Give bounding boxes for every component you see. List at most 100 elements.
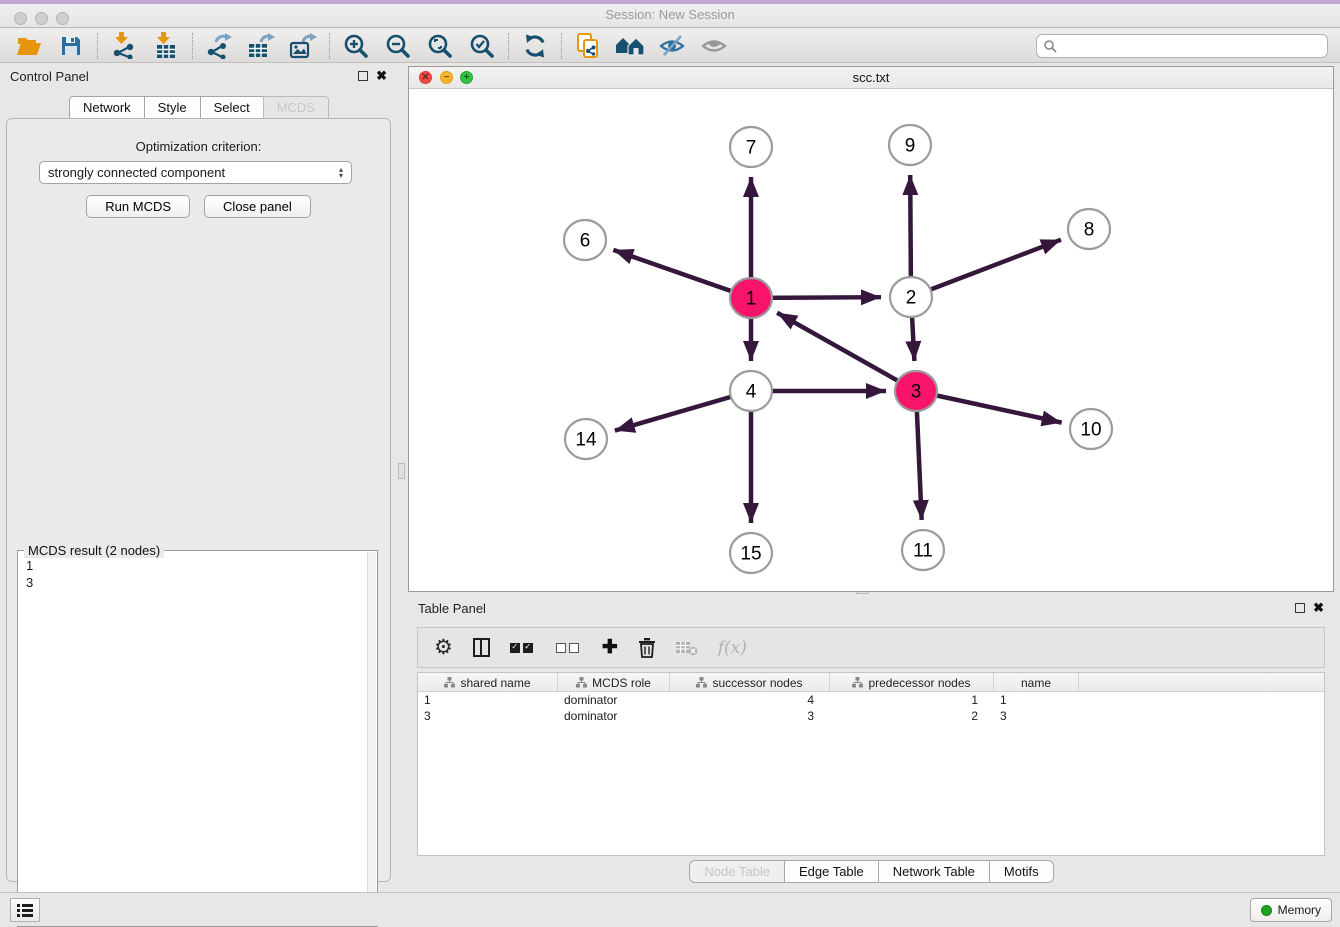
hide-selected-button[interactable] <box>651 31 693 61</box>
graph-node-1[interactable]: 1 <box>730 278 772 318</box>
hierarchy-icon <box>696 677 707 688</box>
criterion-select[interactable]: strongly connected component ▴▾ <box>39 161 352 184</box>
search-input[interactable] <box>1057 39 1321 53</box>
table-row[interactable]: 1 dominator 4 1 1 <box>418 692 1324 708</box>
table-row[interactable]: 3 dominator 3 2 3 <box>418 708 1324 724</box>
close-table-panel-icon[interactable]: ✖ <box>1313 603 1324 613</box>
network-window: ✕ − + scc.txt 7 9 6 8 1 2 4 3 14 10 15 11 <box>408 66 1334 592</box>
close-panel-button[interactable]: Close panel <box>204 195 311 218</box>
graph-node-2[interactable]: 2 <box>890 277 932 317</box>
open-folder-icon <box>16 35 42 57</box>
open-session-button[interactable] <box>8 31 50 61</box>
cell-mcds-role[interactable]: dominator <box>558 708 670 724</box>
zoom-fit-button[interactable] <box>419 31 461 61</box>
hierarchy-icon <box>444 677 455 688</box>
column-header-successor-nodes[interactable]: successor nodes <box>670 673 830 692</box>
toolbar-separator <box>561 33 562 59</box>
task-history-button[interactable] <box>10 898 40 922</box>
graph-node-7[interactable]: 7 <box>730 127 772 167</box>
table-settings-icon[interactable]: ⚙ <box>434 635 453 661</box>
control-panel-tabs: Network Style Select MCDS <box>0 96 397 119</box>
table-panel-title: Table Panel <box>418 601 486 616</box>
close-panel-icon[interactable]: ✖ <box>376 71 387 81</box>
cell-shared-name[interactable]: 3 <box>418 708 558 724</box>
select-all-icon[interactable] <box>510 635 536 661</box>
graph-node-11[interactable]: 11 <box>902 530 944 570</box>
float-panel-icon[interactable] <box>358 71 368 81</box>
cell-predecessor-nodes[interactable]: 2 <box>830 708 994 724</box>
delete-table-glyph <box>676 640 698 656</box>
graph-node-10[interactable]: 10 <box>1070 409 1112 449</box>
cell-predecessor-nodes[interactable]: 1 <box>830 692 994 708</box>
svg-text:10: 10 <box>1080 420 1101 441</box>
tab-network[interactable]: Network <box>69 96 145 119</box>
tab-mcds[interactable]: MCDS <box>263 96 329 119</box>
tab-edge-table[interactable]: Edge Table <box>784 860 879 883</box>
export-network-button[interactable] <box>198 31 240 61</box>
column-header-predecessor-nodes[interactable]: predecessor nodes <box>830 673 994 692</box>
criterion-value: strongly connected component <box>48 165 225 180</box>
export-image-button[interactable] <box>282 31 324 61</box>
control-panel: Control Panel ✖ Network Style Select MCD… <box>0 63 397 890</box>
trash-icon <box>638 637 656 658</box>
refresh-button[interactable] <box>514 31 556 61</box>
add-row-icon[interactable]: ✚ <box>602 635 618 661</box>
delete-row-icon[interactable] <box>638 635 656 661</box>
result-scrollbar[interactable] <box>367 552 376 925</box>
zoom-out-button[interactable] <box>377 31 419 61</box>
graph-node-8[interactable]: 8 <box>1068 209 1110 249</box>
graph-edge-2-8[interactable] <box>911 240 1061 297</box>
import-table-button[interactable] <box>145 31 187 61</box>
cell-mcds-role[interactable]: dominator <box>558 692 670 708</box>
tab-select[interactable]: Select <box>200 96 264 119</box>
cell-successor-nodes[interactable]: 3 <box>670 708 830 724</box>
save-session-button[interactable] <box>50 31 92 61</box>
graph-node-9[interactable]: 9 <box>889 125 931 165</box>
network-canvas[interactable]: 7 9 6 8 1 2 4 3 14 10 15 11 <box>409 89 1333 591</box>
svg-text:7: 7 <box>746 138 757 159</box>
memory-button[interactable]: Memory <box>1250 898 1332 922</box>
column-header-mcds-role[interactable]: MCDS role <box>558 673 670 692</box>
table-panel: Table Panel ✖ ⚙ ✚ f(x) <box>408 595 1334 889</box>
function-builder-icon[interactable]: f(x) <box>718 635 747 661</box>
graph-node-4[interactable]: 4 <box>730 371 772 411</box>
tab-motifs[interactable]: Motifs <box>989 860 1054 883</box>
graph-node-15[interactable]: 15 <box>730 533 772 573</box>
zoom-out-icon <box>385 33 411 59</box>
run-mcds-button[interactable]: Run MCDS <box>86 195 190 218</box>
column-header-name[interactable]: name <box>994 673 1079 692</box>
panel-splitter-grip[interactable] <box>398 463 405 479</box>
toolbar-separator <box>329 33 330 59</box>
graph-edge-3-10[interactable] <box>916 391 1062 423</box>
graph-edge-3-1[interactable] <box>777 313 916 391</box>
column-header-shared-name[interactable]: shared name <box>418 673 558 692</box>
svg-text:8: 8 <box>1084 220 1095 241</box>
cell-shared-name[interactable]: 1 <box>418 692 558 708</box>
graph-node-6[interactable]: 6 <box>564 220 606 260</box>
export-table-button[interactable] <box>240 31 282 61</box>
svg-text:3: 3 <box>911 382 922 403</box>
tab-network-table[interactable]: Network Table <box>878 860 990 883</box>
svg-text:15: 15 <box>740 544 761 565</box>
delete-table-icon[interactable] <box>676 635 698 661</box>
toolbar-separator <box>97 33 98 59</box>
import-network-button[interactable] <box>103 31 145 61</box>
show-all-button[interactable] <box>693 31 735 61</box>
float-table-panel-icon[interactable] <box>1295 603 1305 613</box>
network-window-titlebar[interactable]: ✕ − + scc.txt <box>409 67 1333 89</box>
deselect-all-icon[interactable] <box>556 635 582 661</box>
tab-node-table[interactable]: Node Table <box>689 860 785 883</box>
zoom-in-button[interactable] <box>335 31 377 61</box>
cell-successor-nodes[interactable]: 4 <box>670 692 830 708</box>
tab-style[interactable]: Style <box>144 96 201 119</box>
cell-name[interactable]: 1 <box>994 692 1079 708</box>
mcds-result-text[interactable]: 1 3 <box>18 553 367 926</box>
graph-node-14[interactable]: 14 <box>565 419 607 459</box>
export-table-icon <box>247 33 275 59</box>
duplicate-network-button[interactable] <box>567 31 609 61</box>
first-neighbors-button[interactable] <box>609 31 651 61</box>
graph-node-3[interactable]: 3 <box>895 371 937 411</box>
show-columns-icon[interactable] <box>473 635 490 661</box>
cell-name[interactable]: 3 <box>994 708 1079 724</box>
zoom-selected-button[interactable] <box>461 31 503 61</box>
